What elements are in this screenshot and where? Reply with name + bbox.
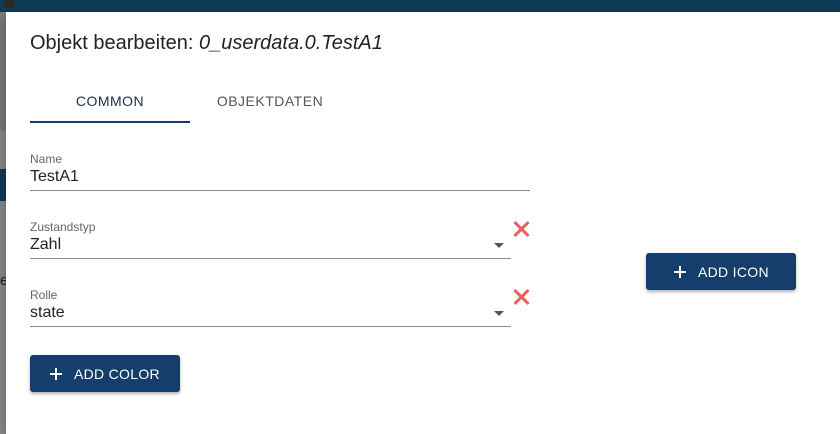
- state-type-value: Zahl: [30, 236, 62, 253]
- tab-common[interactable]: COMMON: [30, 80, 190, 122]
- add-icon-button[interactable]: ADD ICON: [646, 253, 796, 290]
- role-underline: [30, 326, 511, 327]
- add-icon-label: ADD ICON: [698, 263, 769, 280]
- object-id: 0_userdata.0.TestA1: [199, 32, 383, 54]
- tab-object-data[interactable]: OBJEKTDATEN: [190, 80, 350, 122]
- state-type-label: Zustandstyp: [30, 220, 96, 234]
- role-label: Rolle: [30, 288, 58, 302]
- dialog-title-prefix: Objekt bearbeiten:: [30, 32, 194, 54]
- name-field[interactable]: Name TestA1: [30, 152, 530, 192]
- plus-icon: [674, 265, 686, 278]
- dialog-title: Objekt bearbeiten: 0_userdata.0.TestA1: [30, 32, 383, 55]
- chevron-down-icon[interactable]: [494, 243, 504, 248]
- tab-indicator: [30, 121, 190, 123]
- name-underline: [30, 190, 530, 191]
- state-type-select[interactable]: Zustandstyp Zahl: [30, 220, 511, 260]
- role-value: state: [30, 304, 65, 321]
- plus-icon: [50, 367, 62, 380]
- app-logo-icon: [3, 0, 15, 9]
- name-input[interactable]: TestA1: [30, 168, 79, 186]
- add-color-button[interactable]: ADD COLOR: [30, 355, 180, 392]
- name-label: Name: [30, 152, 63, 166]
- add-color-label: ADD COLOR: [74, 365, 160, 382]
- app-top-bar: [0, 0, 840, 12]
- close-icon[interactable]: [512, 288, 530, 306]
- chevron-down-icon[interactable]: [494, 311, 504, 316]
- role-select[interactable]: Rolle state: [30, 288, 511, 328]
- edit-object-dialog: Objekt bearbeiten: 0_userdata.0.TestA1 C…: [6, 12, 840, 434]
- close-icon[interactable]: [512, 220, 530, 238]
- state-type-underline: [30, 258, 511, 259]
